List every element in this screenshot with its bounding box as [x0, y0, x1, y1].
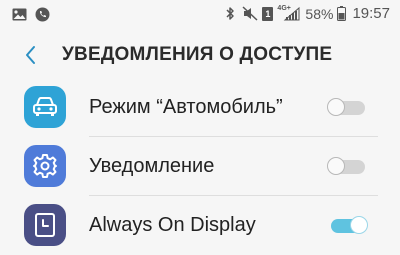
back-button[interactable]	[18, 42, 44, 68]
battery-percentage: 58%	[305, 5, 334, 22]
list-item-car-mode[interactable]: Режим “Автомобиль”	[0, 78, 400, 137]
status-bar: 1 4G+ 58% 19:57	[0, 0, 400, 30]
toggle-knob	[327, 98, 345, 116]
always-on-display-toggle[interactable]	[327, 216, 369, 236]
toggle-knob	[327, 157, 345, 175]
car-icon	[24, 86, 66, 128]
bluetooth-icon	[222, 6, 238, 22]
page-title: УВЕДОМЛЕНИЯ О ДОСТУПЕ	[62, 44, 333, 65]
clock: 19:57	[352, 5, 390, 22]
list-item-label: Always On Display	[89, 214, 256, 236]
toggle-knob	[350, 216, 368, 234]
sim-icon: 1	[262, 6, 274, 21]
list-item-label: Уведомление	[89, 155, 215, 177]
mute-icon	[242, 6, 258, 22]
phone-icon	[34, 6, 50, 22]
app-header: УВЕДОМЛЕНИЯ О ДОСТУПЕ	[0, 30, 400, 78]
notification-toggle[interactable]	[327, 157, 369, 177]
list-item-always-on-display[interactable]: Always On Display	[0, 196, 400, 255]
car-mode-toggle[interactable]	[327, 98, 369, 118]
battery-icon	[337, 6, 347, 22]
access-notifications-list: Режим “Автомобиль” Уведомление Always On…	[0, 78, 400, 255]
list-item-notification[interactable]: Уведомление	[0, 137, 400, 196]
signal-icon: 4G+	[277, 4, 301, 22]
gallery-icon	[11, 6, 27, 22]
chevron-left-icon	[26, 46, 35, 64]
list-item-label: Режим “Автомобиль”	[89, 96, 283, 118]
aod-icon	[24, 204, 66, 246]
network-type-label: 4G+	[277, 4, 291, 12]
gear-icon	[24, 145, 66, 187]
